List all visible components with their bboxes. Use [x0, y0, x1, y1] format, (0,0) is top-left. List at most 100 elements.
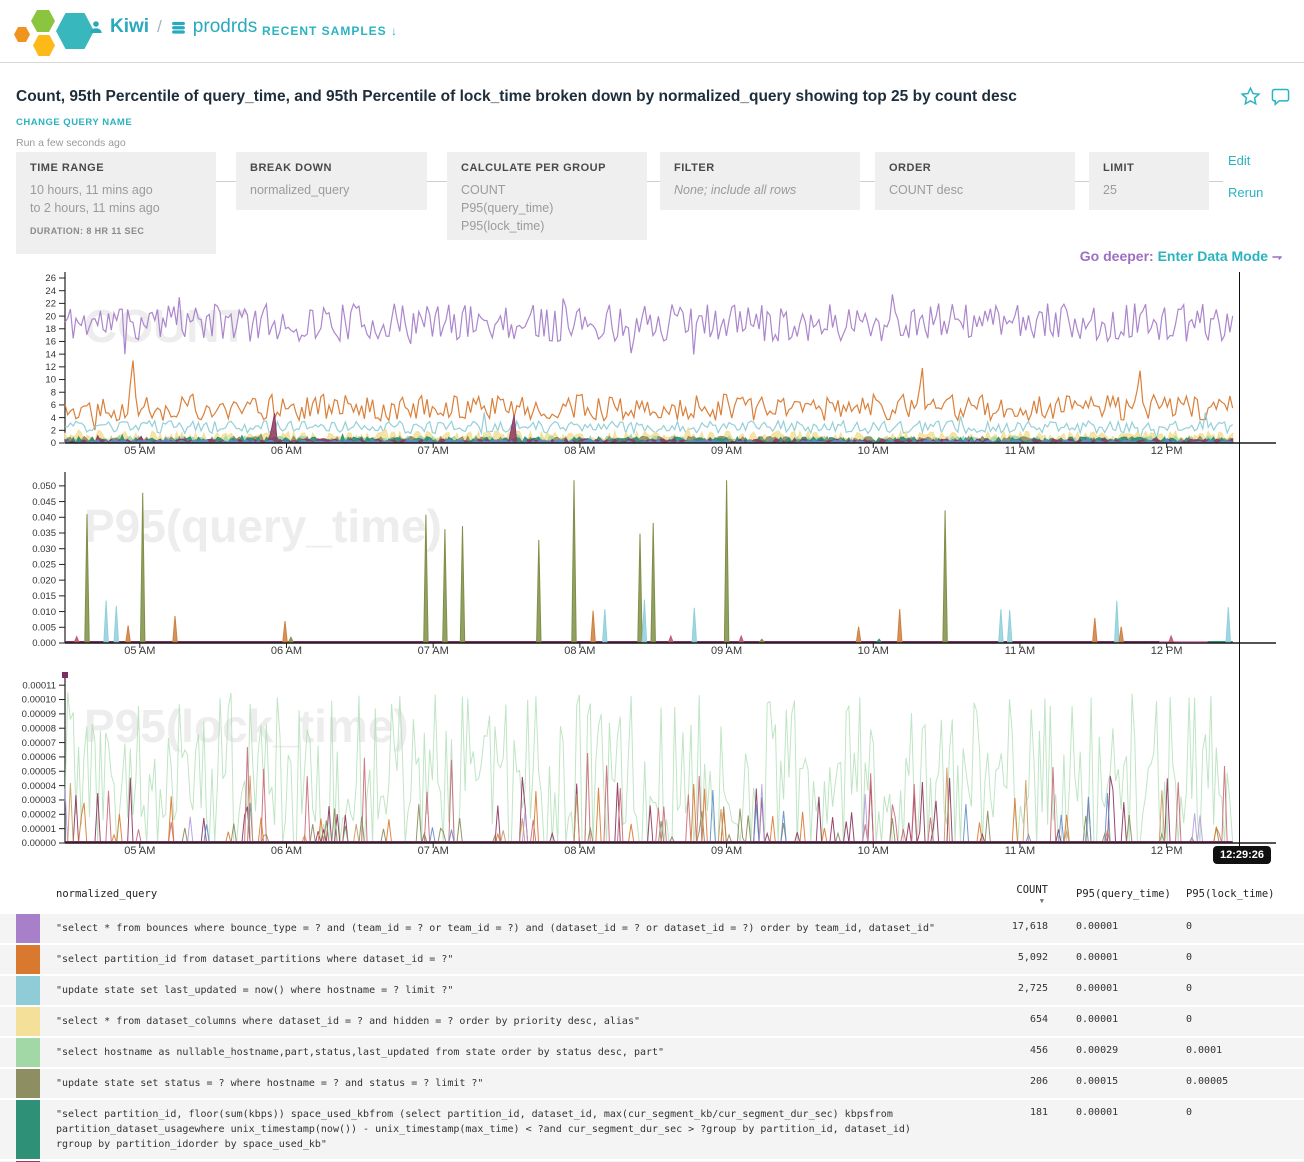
calculate-block[interactable]: CALCULATE PER GROUP COUNT P95(query_time…	[447, 152, 647, 240]
enter-data-mode-link[interactable]: Enter Data Mode	[1158, 248, 1268, 264]
block-connector	[216, 181, 236, 182]
p95-query-time-cell: 0.00015	[1076, 1076, 1118, 1087]
p95-query-time-cell: 0.00001	[1076, 952, 1118, 963]
series-color-swatch	[16, 1007, 40, 1036]
column-header-normalized-query: normalized_query	[56, 888, 157, 900]
table-row[interactable]: "select * from dataset_columns where dat…	[0, 1007, 1304, 1036]
count-cell: 654	[960, 1014, 1048, 1025]
p95-query-time-chart[interactable]: P95(query_time)0.0000.0050.0100.0150.020…	[0, 470, 1290, 665]
calculate-item-p95-query: P95(query_time)	[461, 199, 633, 217]
spike	[460, 526, 464, 642]
x-tick-label: 06 AM	[271, 445, 302, 457]
series-color-swatch	[16, 1100, 40, 1159]
column-header-count[interactable]: COUNT ▼	[960, 884, 1048, 905]
p95-lock-time-chart[interactable]: P95(lock_time)0.000000.000010.000020.000…	[0, 670, 1290, 865]
spike	[537, 540, 541, 642]
table-row[interactable]: "select partition_id from dataset_partit…	[0, 945, 1304, 974]
table-row[interactable]: "select partition_id, floor(sum(kbps)) s…	[0, 1100, 1304, 1159]
spike	[739, 636, 743, 642]
spike	[173, 616, 177, 642]
spike	[651, 523, 655, 642]
spike	[603, 609, 607, 642]
series-color-swatch	[16, 914, 40, 943]
calculate-item-count: COUNT	[461, 181, 633, 199]
break-down-block[interactable]: BREAK DOWN normalized_query	[236, 152, 427, 210]
duration-text: DURATION: 8 HR 11 SEC	[30, 226, 202, 236]
count-chart[interactable]: COUNT0246810121416182022242605 AM06 AM07…	[0, 270, 1290, 465]
sort-desc-icon: ▼	[960, 897, 1048, 905]
spike	[572, 480, 576, 642]
spike	[126, 625, 130, 642]
spike	[638, 534, 642, 642]
y-tick-label: 6	[51, 400, 56, 411]
team-name[interactable]: Kiwi	[110, 16, 149, 38]
y-tick-label: 0.00004	[22, 781, 56, 792]
time-range-label: TIME RANGE	[30, 162, 202, 174]
crosshair-line	[1239, 272, 1240, 850]
block-connector	[1209, 181, 1223, 182]
top-bar: Kiwi / prodrds RECENT SAMPLES ↓	[0, 0, 1304, 63]
p95-lock-time-cell: 0.00005	[1186, 1076, 1228, 1087]
time-range-block[interactable]: TIME RANGE 10 hours, 11 mins ago to 2 ho…	[16, 152, 216, 254]
honeycomb-query-page: { "topbar": { "team": "Kiwi", "slash": "…	[0, 0, 1304, 1162]
results-table: normalized_query COUNT ▼ P95(query_time)…	[0, 878, 1304, 1162]
x-tick-label: 08 AM	[564, 645, 595, 657]
change-query-name-link[interactable]: CHANGE QUERY NAME	[16, 117, 132, 128]
data-mode-arrow-icon: ⇁	[1272, 250, 1282, 264]
spike	[1169, 636, 1173, 642]
logo-hex-yellow	[33, 35, 55, 56]
honeycomb-logo[interactable]	[8, 2, 92, 60]
p95-query-time-cell: 0.00001	[1076, 983, 1118, 994]
down-arrow-icon: ↓	[391, 24, 398, 38]
favorite-star-icon[interactable]	[1240, 86, 1261, 107]
recent-samples-button[interactable]: RECENT SAMPLES ↓	[262, 24, 398, 38]
edit-button[interactable]: Edit	[1228, 153, 1250, 168]
y-tick-label: 0.045	[32, 497, 56, 508]
spike	[943, 510, 947, 642]
order-value: COUNT desc	[889, 181, 1061, 199]
p95-lock-time-cell: 0	[1186, 1107, 1192, 1118]
column-header-p95-query-time[interactable]: P95(query_time)	[1076, 888, 1171, 900]
y-tick-label: 0	[51, 438, 56, 449]
filter-block[interactable]: FILTER None; include all rows	[660, 152, 860, 210]
table-row[interactable]: "select * from bounces where bounce_type…	[0, 914, 1304, 943]
table-row[interactable]: "update state set last_updated = now() w…	[0, 976, 1304, 1005]
p95-lock-time-cell: 0	[1186, 983, 1192, 994]
comment-icon[interactable]	[1270, 86, 1291, 107]
count-cell: 17,618	[960, 921, 1048, 932]
y-tick-label: 4	[51, 413, 56, 424]
table-row[interactable]: "update state set status = ? where hostn…	[0, 1069, 1304, 1098]
order-block[interactable]: ORDER COUNT desc	[875, 152, 1075, 210]
y-tick-label: 2	[51, 426, 56, 437]
y-tick-label: 0.00008	[22, 723, 56, 734]
spike	[1093, 618, 1097, 642]
x-tick-label: 09 AM	[711, 845, 742, 857]
y-tick-label: 0.030	[32, 544, 56, 555]
x-tick-label: 10 AM	[858, 845, 889, 857]
logo-hex-orange	[14, 27, 30, 42]
count-cell: 5,092	[960, 952, 1048, 963]
spike	[999, 609, 1003, 642]
spike	[75, 637, 79, 642]
x-tick-label: 11 AM	[1005, 645, 1035, 657]
spike	[289, 637, 293, 642]
query-title: Count, 95th Percentile of query_time, an…	[16, 88, 1196, 106]
calculate-item-p95-lock: P95(lock_time)	[461, 217, 633, 235]
spike	[692, 608, 696, 642]
axis-drag-handle[interactable]	[62, 672, 68, 678]
dataset-name[interactable]: prodrds	[193, 16, 257, 38]
rerun-button[interactable]: Rerun	[1228, 185, 1263, 200]
column-header-p95-lock-time[interactable]: P95(lock_time)	[1186, 888, 1275, 900]
series-color-swatch	[16, 945, 40, 974]
spike	[898, 609, 902, 642]
y-tick-label: 0.020	[32, 575, 56, 586]
x-tick-label: 06 AM	[271, 845, 302, 857]
limit-block[interactable]: LIMIT 25	[1089, 152, 1209, 210]
x-tick-label: 07 AM	[418, 645, 449, 657]
p95-query-time-cell: 0.00001	[1076, 1014, 1118, 1025]
order-label: ORDER	[889, 162, 1061, 174]
spike	[1008, 610, 1012, 642]
go-deeper-prefix: Go deeper:	[1080, 248, 1154, 264]
block-connector	[1075, 181, 1089, 182]
table-row[interactable]: "select hostname as nullable_hostname,pa…	[0, 1038, 1304, 1067]
